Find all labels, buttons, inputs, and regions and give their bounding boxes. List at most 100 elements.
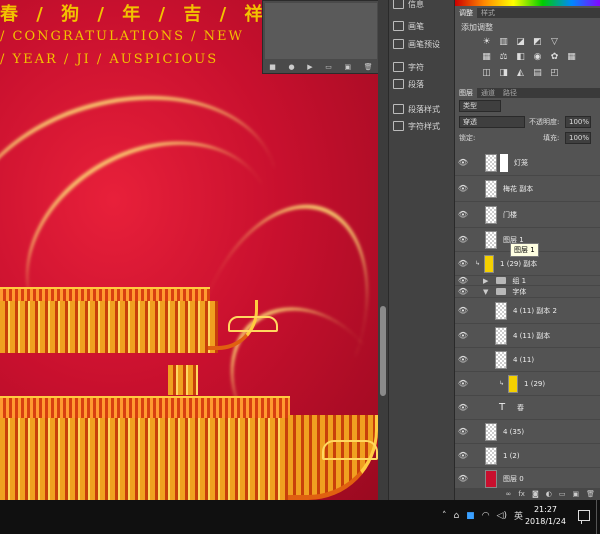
layer-row[interactable]: 👁 T 春	[455, 396, 600, 420]
panel-info[interactable]: 信息	[393, 0, 424, 11]
panel-paragraph-style[interactable]: 段落样式	[393, 102, 440, 116]
wifi-icon[interactable]: ◠	[482, 511, 490, 521]
trash-icon[interactable]: 🗑	[364, 63, 373, 71]
document-canvas[interactable]: 春 / 狗 / 年 / 吉 / 祥 / CONGRATULATIONS / NE…	[0, 0, 378, 500]
record-icon[interactable]: ●	[289, 63, 295, 71]
tab-channels[interactable]: 通道	[477, 88, 499, 98]
color-lookup-icon[interactable]: ▦	[566, 52, 577, 62]
invert-icon[interactable]: ◫	[481, 68, 492, 78]
panel-brush-preset[interactable]: 画笔预设	[393, 37, 440, 51]
show-desktop-button[interactable]	[596, 500, 600, 534]
adjustment-layer-icon[interactable]: ◐	[546, 488, 552, 500]
eye-icon[interactable]: 👁	[455, 451, 471, 460]
blend-mode-select[interactable]: 穿透	[459, 116, 525, 128]
eye-icon[interactable]: 👁	[455, 287, 471, 296]
new-layer-icon[interactable]: ▣	[572, 488, 579, 500]
stop-icon[interactable]: ■	[269, 63, 276, 71]
eye-icon[interactable]: 👁	[455, 259, 471, 268]
chevron-right-icon[interactable]: ▶	[483, 277, 488, 285]
fx-icon[interactable]: fx	[518, 488, 525, 500]
channel-mixer-icon[interactable]: ✿	[549, 52, 560, 62]
lower-roof-tiles	[0, 396, 290, 418]
chevron-up-icon[interactable]: ˄	[442, 511, 447, 521]
security-icon[interactable]: ■	[466, 511, 475, 521]
layer-row[interactable]: 👁 ↳ 1 (29)	[455, 372, 600, 396]
eye-icon[interactable]: 👁	[455, 184, 471, 193]
posterize-icon[interactable]: ◨	[498, 68, 509, 78]
eye-icon[interactable]: 👁	[455, 355, 471, 364]
panel-label: 段落	[408, 79, 424, 89]
panel-label: 信息	[408, 0, 424, 9]
trash-icon[interactable]: 🗑	[586, 488, 595, 500]
layer-row[interactable]: 👁 4 (11) 副本	[455, 324, 600, 348]
levels-icon[interactable]: ▥	[498, 37, 509, 47]
adjustment-row-3: ◫ ◨ ◭ ▤ ◰	[481, 68, 560, 78]
play-icon[interactable]: ▶	[307, 63, 312, 71]
curves-icon[interactable]: ◪	[515, 37, 526, 47]
panel-character-style[interactable]: 字符样式	[393, 119, 440, 133]
new-group-icon[interactable]: ▭	[559, 488, 566, 500]
opacity-input[interactable]: 100%	[565, 116, 591, 128]
exposure-icon[interactable]: ◩	[532, 37, 543, 47]
eye-icon[interactable]: 👁	[455, 306, 471, 315]
layer-group-row[interactable]: 👁 ▼ 字体	[455, 286, 600, 298]
layer-row[interactable]: 👁 门楼	[455, 202, 600, 228]
chevron-down-icon[interactable]: ▼	[483, 288, 488, 296]
black-white-icon[interactable]: ◧	[515, 52, 526, 62]
fill-input[interactable]: 100%	[565, 132, 591, 144]
eye-icon[interactable]: 👁	[455, 474, 471, 483]
volume-icon[interactable]: ◁)	[497, 511, 507, 521]
tab-adjustments[interactable]: 调整	[455, 8, 477, 18]
color-balance-icon[interactable]: ⚖	[498, 52, 509, 62]
mask-icon[interactable]: ◙	[532, 488, 539, 500]
tab-paths[interactable]: 路径	[499, 88, 521, 98]
adjustments-tabs: 调整 样式	[455, 8, 600, 18]
kind-filter-select[interactable]: 类型	[459, 100, 501, 112]
layer-thumbnail	[485, 179, 497, 198]
new-action-icon[interactable]: ▣	[344, 63, 351, 71]
clock[interactable]: 21:27 2018/1/24	[525, 504, 566, 528]
canvas-scrollbar[interactable]	[378, 0, 388, 500]
vibrance-icon[interactable]: ▽	[549, 37, 560, 47]
link-icon[interactable]: ∞	[506, 488, 512, 500]
layer-row[interactable]: 👁 4 (11) 副本 2	[455, 298, 600, 324]
scrollbar-thumb[interactable]	[380, 306, 386, 396]
threshold-icon[interactable]: ◭	[515, 68, 526, 78]
photo-filter-icon[interactable]: ◉	[532, 52, 543, 62]
eye-icon[interactable]: 👁	[455, 403, 471, 412]
actions-list[interactable]	[265, 3, 377, 59]
eye-icon[interactable]: 👁	[455, 379, 471, 388]
hue-saturation-icon[interactable]: ▦	[481, 52, 492, 62]
eye-icon[interactable]: 👁	[455, 427, 471, 436]
layer-row[interactable]: 👁 图层 0	[455, 468, 600, 490]
eye-icon[interactable]: 👁	[455, 276, 471, 285]
layer-group-row[interactable]: 👁 ▶ 组 1	[455, 276, 600, 286]
layer-thumbnail	[495, 301, 507, 320]
lower-roof-columns	[0, 418, 300, 500]
layer-row[interactable]: 👁 4 (35)	[455, 420, 600, 444]
selective-color-icon[interactable]: ◰	[549, 68, 560, 78]
layer-name: 4 (11) 副本	[513, 331, 551, 340]
layer-row[interactable]: 👁 4 (11)	[455, 348, 600, 372]
panel-brush[interactable]: 画笔	[393, 19, 424, 33]
gradient-map-icon[interactable]: ▤	[532, 68, 543, 78]
brightness-icon[interactable]: ☀	[481, 37, 492, 47]
notification-icon[interactable]	[578, 510, 590, 524]
tab-layers[interactable]: 图层	[455, 88, 477, 98]
ime-indicator[interactable]: 英	[514, 509, 523, 522]
panel-character[interactable]: 字符	[393, 60, 424, 74]
eye-icon[interactable]: 👁	[455, 158, 471, 167]
new-set-icon[interactable]: ▭	[325, 63, 332, 71]
layer-row[interactable]: 👁 灯笼	[455, 150, 600, 176]
eye-icon[interactable]: 👁	[455, 235, 471, 244]
eye-icon[interactable]: 👁	[455, 210, 471, 219]
network-icon[interactable]: ⌂	[453, 511, 459, 521]
layer-row[interactable]: 👁 1 (2)	[455, 444, 600, 468]
layer-row[interactable]: 👁 梅花 副本	[455, 176, 600, 202]
eye-icon[interactable]: 👁	[455, 331, 471, 340]
actions-panel[interactable]: ■ ● ▶ ▭ ▣ 🗑	[262, 0, 380, 74]
add-adjustment-title: 添加调整	[461, 23, 493, 32]
panel-paragraph[interactable]: 段落	[393, 77, 424, 91]
layers-list[interactable]: 👁 灯笼 👁 梅花 副本 👁 门楼 👁 图层 1 👁 ↳ 1 (29) 副本 👁 ▶ 组 1 👁…	[455, 148, 600, 490]
tab-styles[interactable]: 样式	[477, 8, 499, 18]
